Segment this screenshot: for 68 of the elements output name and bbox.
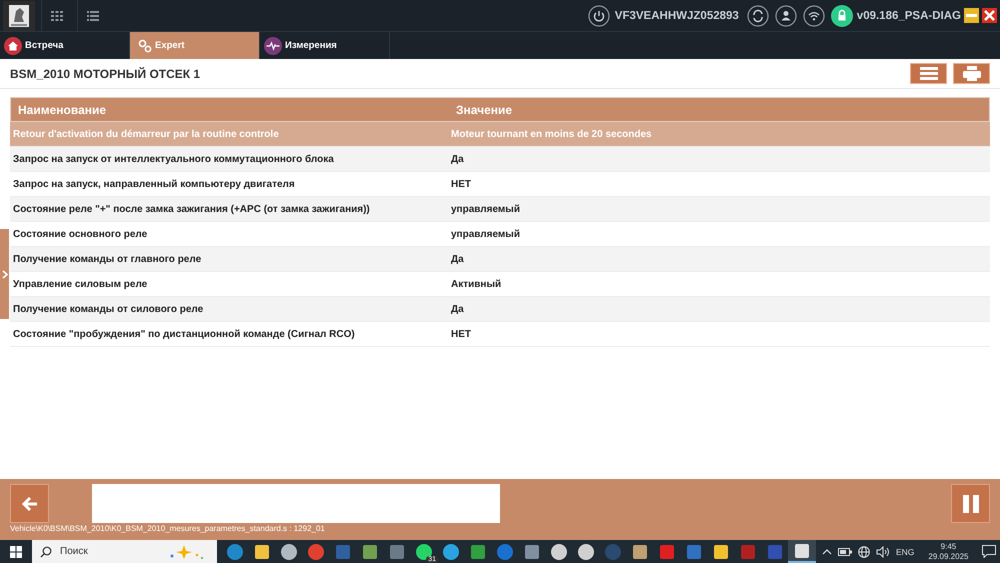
table-cell-text: Запрос на запуск от интеллектуального коммутационного блока xyxy=(12,154,335,164)
version-text: v09.186_PSA-DIAG xyxy=(856,10,961,22)
table-cell-text: Состояние реле "+" после замка зажигания (+APC (от замка зажигания)) xyxy=(12,204,371,214)
table-cell-text: Да xyxy=(450,154,464,164)
pulse-icon xyxy=(264,36,282,54)
speaker-icon xyxy=(876,546,890,558)
search-input[interactable]: Поиск xyxy=(58,545,158,558)
search-icon xyxy=(40,546,52,558)
table-cell-text: Управление силовым реле xyxy=(12,278,148,290)
table-cell-text: Да xyxy=(450,254,464,264)
table-cell-text: Получение команды от главного реле xyxy=(12,254,202,264)
app-icon[interactable] xyxy=(712,542,730,560)
print-button[interactable] xyxy=(953,63,990,84)
battery-icon xyxy=(838,548,852,556)
close-icon[interactable] xyxy=(982,8,997,23)
app-icon[interactable] xyxy=(360,542,378,560)
grid-icon[interactable] xyxy=(50,10,62,20)
app-icon[interactable] xyxy=(576,542,594,560)
table-cell-text: НЕТ xyxy=(450,178,471,190)
app-icon[interactable] xyxy=(468,542,486,560)
table-cell-text: Запрос на запуск, направленный компьютеру двигателя xyxy=(12,178,296,190)
table-cell-text: управляемый xyxy=(450,228,520,240)
windows-icon[interactable] xyxy=(10,546,22,558)
settings-button[interactable] xyxy=(910,63,947,84)
table-cell-text: Активный xyxy=(450,278,502,290)
file-path: Vehicle\K0\BSM\BSM_2010\K0_BSM_2010_mesures_parametres_standard.s : 1292_01 xyxy=(9,523,326,533)
globe-icon xyxy=(858,546,870,558)
table-cell-text: Да xyxy=(450,304,464,314)
back-button[interactable] xyxy=(10,484,49,523)
table-row[interactable]: Состояние реле "+" после замка зажигания (+APC (от замка зажигания)) управляемый xyxy=(10,197,990,222)
table-row[interactable]: Получение команды от силового реле Да xyxy=(10,297,990,322)
printer-icon xyxy=(962,66,980,81)
app-icon[interactable] xyxy=(630,542,648,560)
chevron-up-icon xyxy=(822,548,832,554)
table-cell-text: управляемый xyxy=(450,204,520,214)
power-icon[interactable] xyxy=(588,4,610,26)
table-cell-text: Retour d'activation du démarreur par la routine controle xyxy=(12,128,280,140)
arrow-left-icon xyxy=(22,496,38,510)
column-header: Наименование xyxy=(17,102,108,116)
table-cell-text: Состояние основного реле xyxy=(12,228,148,240)
table-cell-text: Moteur tournant en moins de 20 secondes xyxy=(450,128,652,140)
user-icon[interactable] xyxy=(774,4,797,26)
refresh-icon[interactable] xyxy=(746,4,769,26)
table-row[interactable]: Запрос на запуск от интеллектуального коммутационного блока Да xyxy=(10,147,990,172)
table-cell-text: НЕТ xyxy=(450,328,471,340)
language-indicator[interactable]: ENG xyxy=(896,546,914,556)
search-field[interactable]: Поиск xyxy=(32,540,217,563)
app-icon[interactable] xyxy=(522,542,540,560)
home-icon xyxy=(4,36,22,54)
list-icon[interactable] xyxy=(86,10,98,20)
table-row[interactable]: Получение команды от главного реле Да xyxy=(10,247,990,272)
app-icon[interactable] xyxy=(550,542,568,560)
clock-time: 9:45 xyxy=(940,542,956,552)
pause-icon xyxy=(962,494,978,512)
wifi-icon[interactable] xyxy=(802,4,825,26)
side-handle[interactable] xyxy=(0,229,9,319)
gears-icon xyxy=(138,38,152,52)
table-cell-text: Получение команды от силового реле xyxy=(12,304,204,314)
tab[interactable]: Встреча xyxy=(0,32,130,59)
column-header: Значение xyxy=(455,102,512,116)
notification-icon xyxy=(982,545,996,558)
table-cell-text: Состояние "пробуждения" по дистанционной команде (Сигнал RCO) xyxy=(12,328,356,340)
vin-text: VF3VEAHHWJZ052893 xyxy=(614,10,739,22)
clock-date: 29.09.2025 xyxy=(928,552,968,562)
page-title: BSM_2010 МОТОРНЫЙ ОТСЕК 1 xyxy=(10,66,202,80)
pause-button[interactable] xyxy=(951,484,990,523)
stack-icon xyxy=(920,67,938,80)
tab[interactable]: Измерения xyxy=(260,32,390,59)
